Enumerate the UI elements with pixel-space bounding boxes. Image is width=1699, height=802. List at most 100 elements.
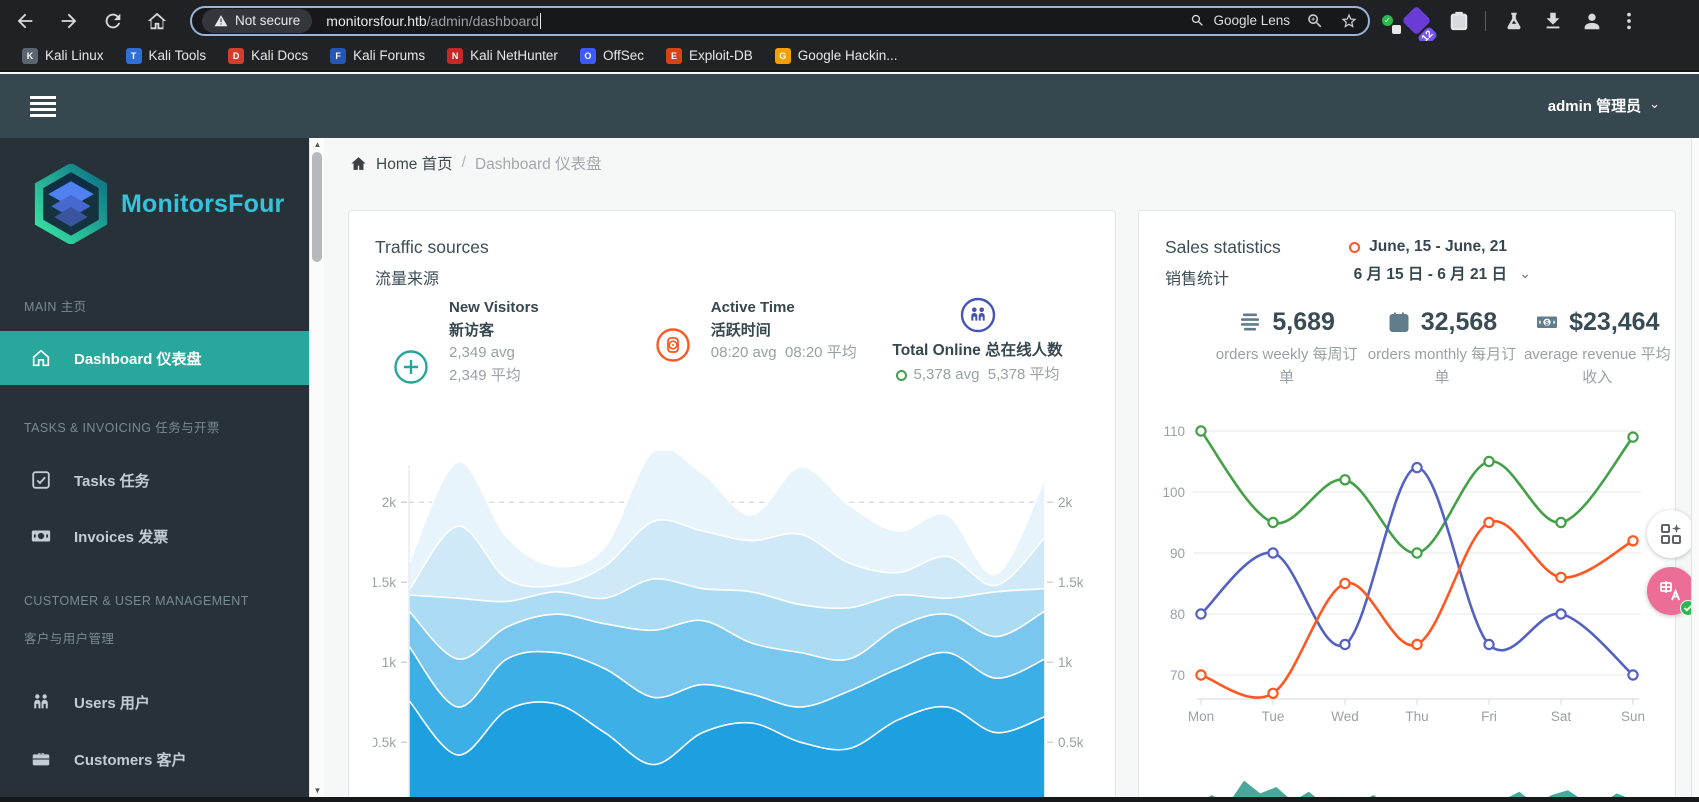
green-dot-icon xyxy=(895,369,907,381)
sales-stats-row: 5,689 orders weekly 每周订单 31 32,568 order… xyxy=(1165,307,1675,389)
sidebar-item-customers[interactable]: Customers 客户 xyxy=(0,739,309,779)
dashboard-home-icon xyxy=(32,349,50,367)
svg-text:100: 100 xyxy=(1162,485,1185,500)
offsec-favicon: O xyxy=(579,47,596,64)
brand-name: MonitorsFour xyxy=(121,189,285,218)
kali-nethunter-favicon: N xyxy=(447,47,464,64)
traffic-area-chart: 2k 2k 1.5k 1.5k 1k 1k 0.5k 0.5k xyxy=(373,451,1084,797)
app-navbar: admin 管理员 ⌄ xyxy=(0,74,1699,138)
breadcrumb-home-link[interactable]: Home 首页 xyxy=(376,152,453,174)
bookmark-offsec[interactable]: O OffSec xyxy=(579,47,644,64)
traffic-card-title: Traffic sources 流量来源 xyxy=(375,237,489,288)
not-secure-chip[interactable]: Not secure xyxy=(202,8,313,33)
total-online-label: Total Online 总在线人数 xyxy=(892,342,1063,359)
stat-new-visitors: New Visitors 新访客 2,349 avg 2,349 平均 xyxy=(393,297,539,387)
google-lens-button[interactable]: Google Lens xyxy=(1190,13,1290,28)
url-host: monitorsfour.htb xyxy=(326,12,427,29)
svg-text:80: 80 xyxy=(1170,607,1185,622)
kali-forums-favicon: F xyxy=(330,47,347,64)
page-scrollbar[interactable] xyxy=(1691,138,1699,797)
forward-icon[interactable] xyxy=(58,10,80,32)
google-lens-label: Google Lens xyxy=(1213,13,1290,28)
user-label: admin 管理员 xyxy=(1547,98,1642,115)
breadcrumb-home-icon xyxy=(351,156,366,170)
scroll-down-icon[interactable]: ▼ xyxy=(310,786,325,795)
address-bar[interactable]: Not secure monitorsfour.htb/admin/dashbo… xyxy=(190,5,1370,36)
warning-icon xyxy=(214,14,228,26)
sidebar-item-tasks[interactable]: Tasks 任务 xyxy=(0,460,309,500)
sidebar-item-users[interactable]: Users 用户 xyxy=(0,682,309,722)
svg-text:0.5k: 0.5k xyxy=(1058,735,1084,750)
sidebar-scrollbar[interactable]: ▲ ▼ xyxy=(309,138,324,797)
people-circle-icon xyxy=(960,297,995,333)
downloads-icon[interactable] xyxy=(1542,10,1564,32)
section-main: MAIN 主页 xyxy=(24,300,87,314)
bookmark-star-icon[interactable] xyxy=(1340,12,1358,30)
lens-region-select-button[interactable] xyxy=(1647,510,1695,558)
scrollbar-thumb[interactable] xyxy=(312,152,322,262)
svg-text:Sat: Sat xyxy=(1551,709,1572,724)
bookmark-kali-linux[interactable]: K Kali Linux xyxy=(22,47,104,64)
bookmark-kali-tools[interactable]: T Kali Tools xyxy=(125,47,206,64)
svg-text:2k: 2k xyxy=(1058,495,1073,510)
user-dropdown[interactable]: admin 管理员 ⌄ xyxy=(1548,95,1660,116)
total-online-value: 5,378 avg 5,378 平均 xyxy=(870,363,1085,387)
date-range-zh: 6 月 15 日 - 6 月 21 日 xyxy=(1353,266,1507,283)
svg-text:1k: 1k xyxy=(382,655,397,670)
svg-text:Sun: Sun xyxy=(1621,709,1645,724)
back-icon[interactable] xyxy=(14,10,36,32)
bookmark-kali-docs[interactable]: D Kali Docs xyxy=(228,47,308,64)
svg-text:Tue: Tue xyxy=(1262,709,1285,724)
url-path: /admin/dashboard xyxy=(426,12,539,29)
reload-icon[interactable] xyxy=(102,10,124,32)
bookmark-google-hacking[interactable]: G Google Hackin... xyxy=(774,47,898,64)
main-content: Home 首页 / Dashboard 仪表盘 Traffic sources … xyxy=(324,138,1699,797)
google-hacking-favicon: G xyxy=(774,47,791,64)
svg-text:1.5k: 1.5k xyxy=(373,575,396,590)
search-icon xyxy=(1192,14,1204,26)
date-range-selector[interactable]: June, 15 - June, 21 6 月 15 日 - 6 月 21 日 … xyxy=(1349,235,1531,287)
exploit-db-favicon: E xyxy=(665,47,682,64)
sales-card-title: Sales statistics 销售统计 xyxy=(1165,237,1281,288)
scroll-up-icon[interactable]: ▲ xyxy=(310,140,325,149)
browser-toolbar: Not secure monitorsfour.htb/admin/dashbo… xyxy=(0,0,1699,47)
stat-orders-monthly: 31 32,568 orders monthly 每月订单 xyxy=(1367,308,1517,386)
bookmark-kali-forums[interactable]: F Kali Forums xyxy=(330,47,425,64)
svg-text:Mon: Mon xyxy=(1188,709,1214,724)
stat-average-revenue: $ $23,464 average revenue 平均收入 xyxy=(1523,308,1671,386)
purple-extension-icon[interactable]: 12 xyxy=(1401,5,1439,47)
kali-linux-favicon: K xyxy=(22,47,38,64)
kali-tools-favicon: T xyxy=(125,47,142,64)
sidebar: MonitorsFour MAIN 主页 Dashboard 仪表盘 TASKS… xyxy=(0,138,309,797)
zoom-search-icon[interactable] xyxy=(1306,12,1324,30)
text-caret xyxy=(539,12,541,29)
bookmark-exploit-db[interactable]: E Exploit-DB xyxy=(665,47,753,64)
window-bottom-edge xyxy=(0,797,1699,802)
translate-button[interactable] xyxy=(1647,567,1696,616)
hamburger-menu-icon[interactable] xyxy=(30,96,56,120)
home-icon[interactable] xyxy=(146,10,168,32)
bookmark-kali-nethunter[interactable]: N Kali NetHunter xyxy=(447,47,558,64)
url-text[interactable]: monitorsfour.htb/admin/dashboard xyxy=(326,12,1190,29)
chevron-down-icon: ⌄ xyxy=(1649,95,1660,111)
watch-icon xyxy=(656,328,690,362)
breadcrumb: Home 首页 / Dashboard 仪表盘 xyxy=(350,152,602,174)
sidebar-item-dashboard[interactable]: Dashboard 仪表盘 xyxy=(0,331,309,385)
customers-briefcase-icon xyxy=(32,753,50,766)
sales-sparkline xyxy=(1208,780,1626,797)
toolbar-separator xyxy=(1485,10,1486,31)
kebab-menu-icon[interactable] xyxy=(1618,10,1640,32)
svg-text:Fri: Fri xyxy=(1481,709,1497,724)
extension-check-badge: ✓ xyxy=(1382,14,1393,26)
section-tasks-invoicing: TASKS & INVOICING 任务与开票 xyxy=(24,421,220,435)
sidebar-item-invoices[interactable]: Invoices 发票 xyxy=(0,516,309,556)
extensions-icon[interactable] xyxy=(1448,10,1470,32)
brand-logo[interactable]: MonitorsFour xyxy=(33,164,284,244)
svg-text:90: 90 xyxy=(1170,546,1185,561)
svg-text:Thu: Thu xyxy=(1405,709,1428,724)
monitorsfour-cube-icon xyxy=(34,164,108,244)
profile-icon[interactable] xyxy=(1581,10,1603,32)
plus-circle-icon xyxy=(394,350,428,384)
traffic-stats-row: New Visitors 新访客 2,349 avg 2,349 平均 Acti… xyxy=(375,297,1089,387)
flask-icon[interactable] xyxy=(1503,10,1525,32)
